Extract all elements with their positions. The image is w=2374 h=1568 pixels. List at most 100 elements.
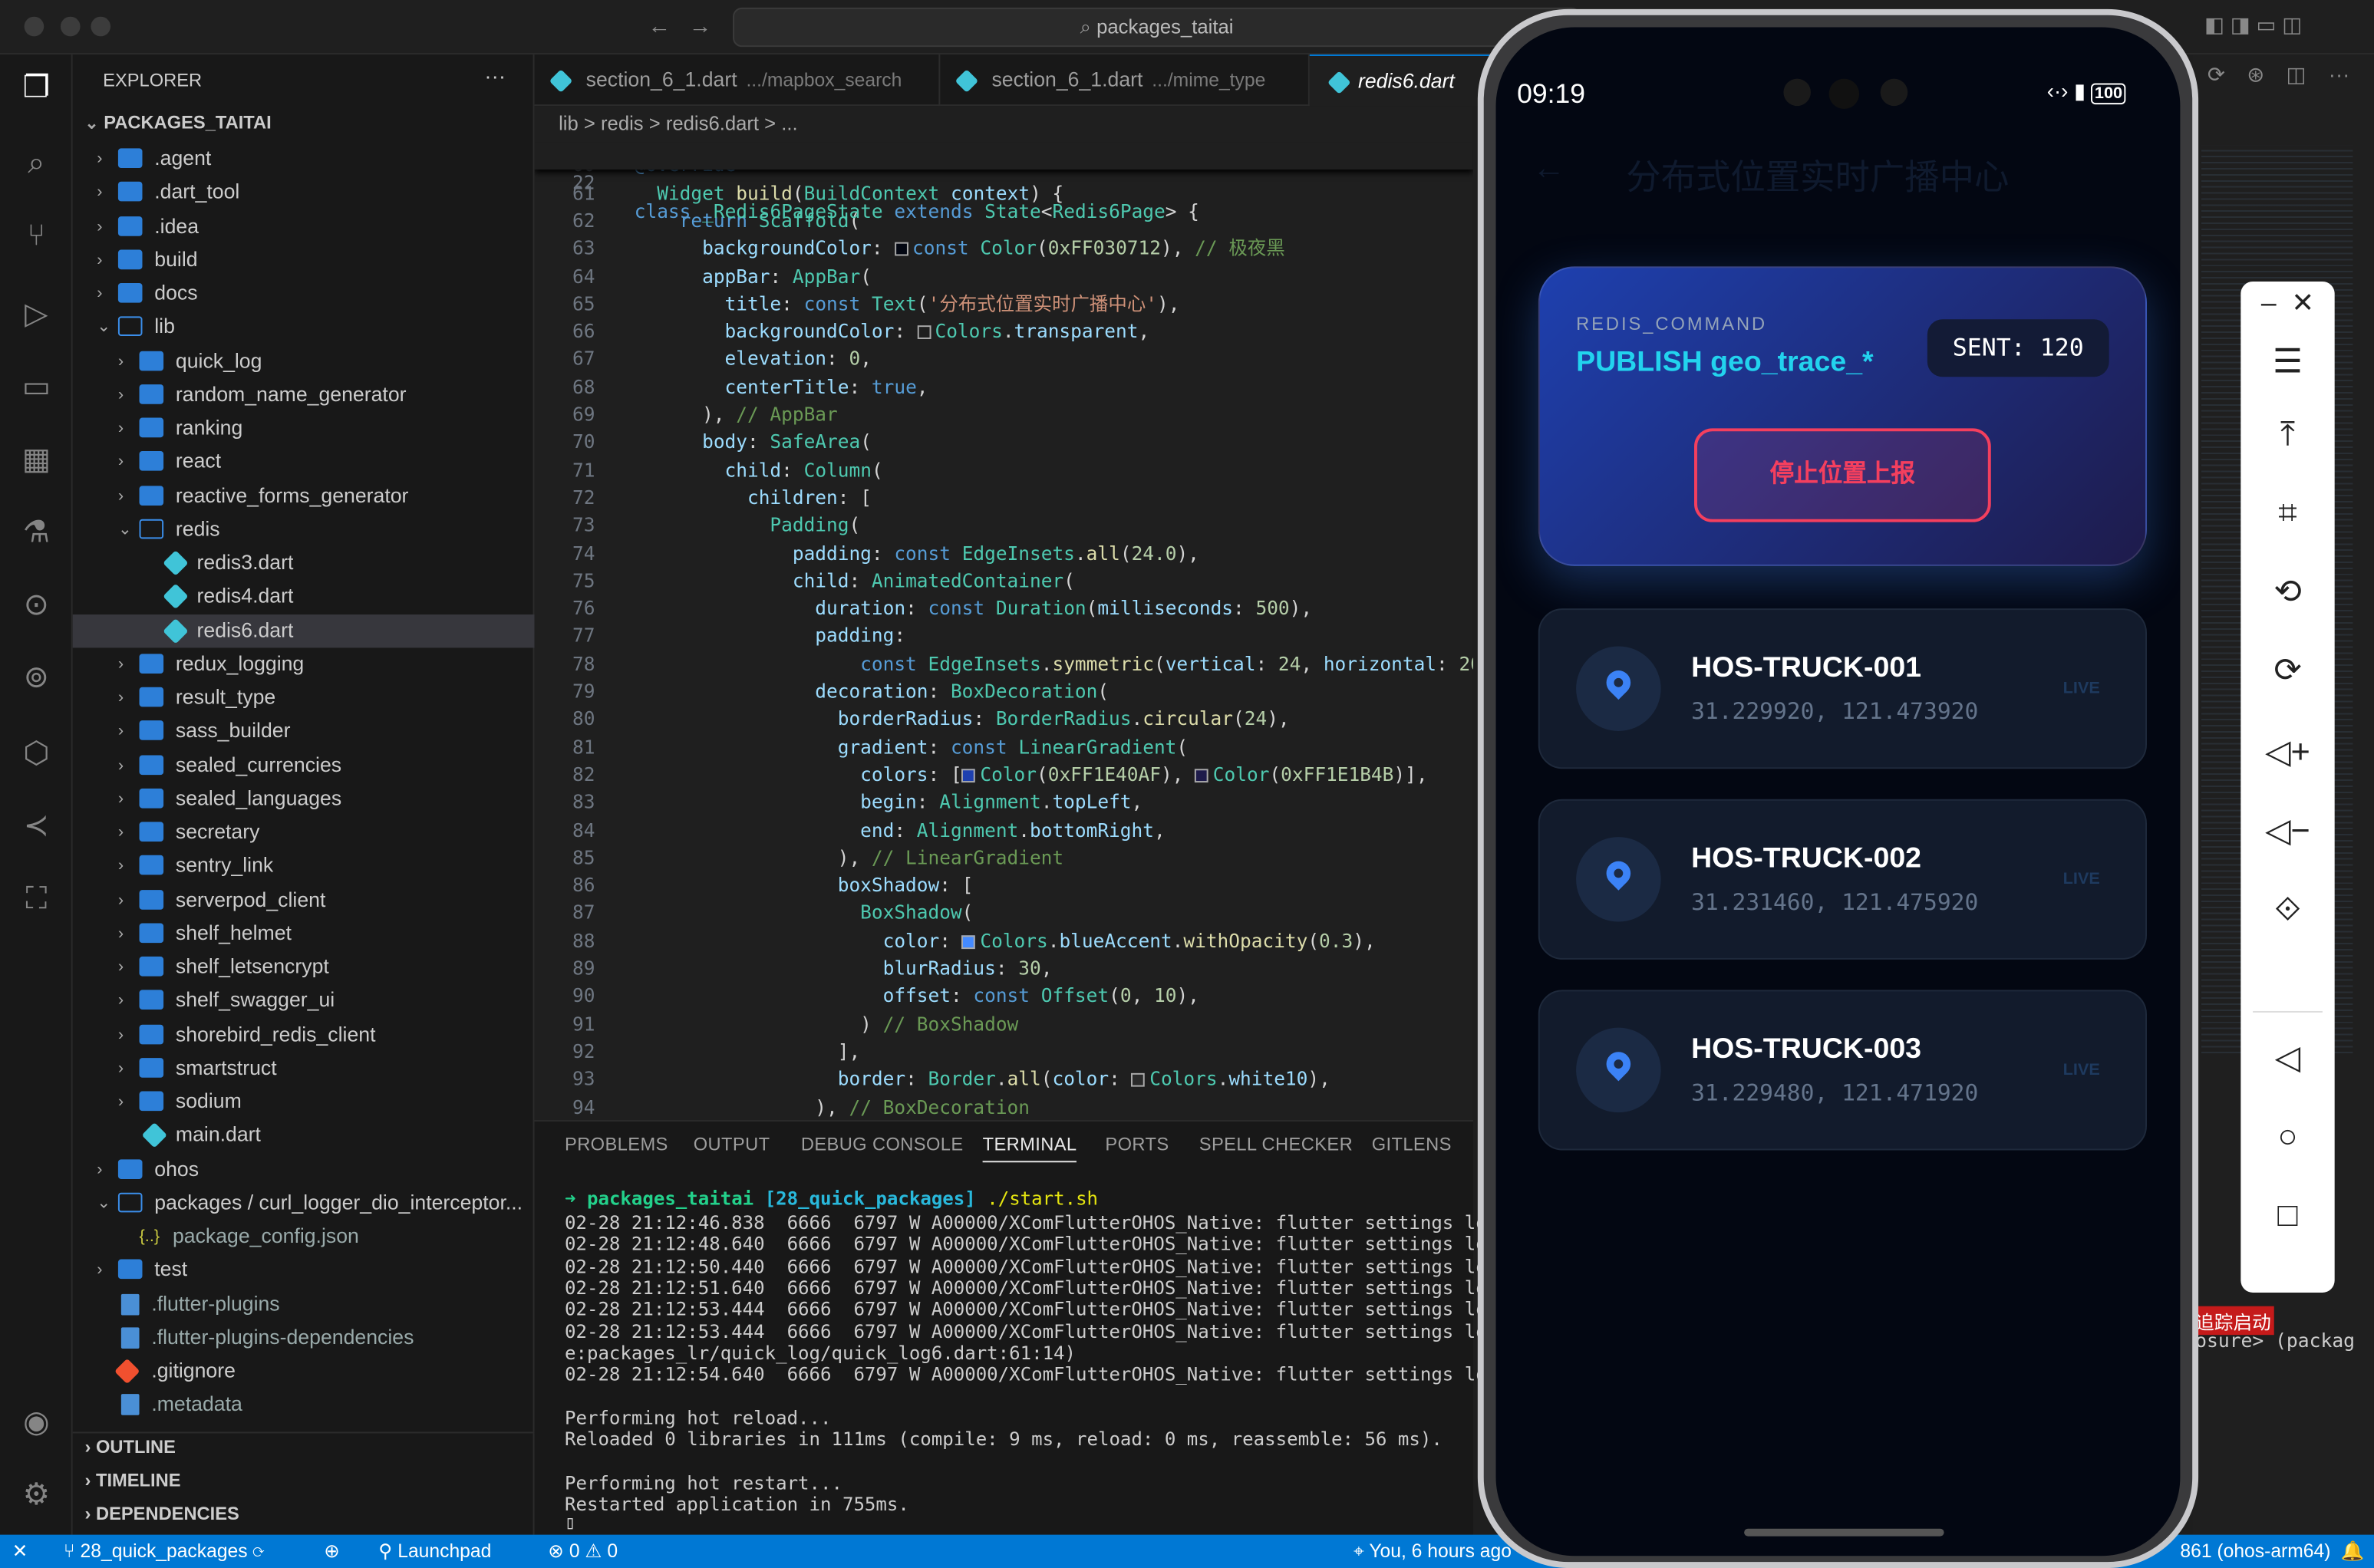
dependencies-section[interactable]: › DEPENDENCIES [84,1503,239,1524]
sticky-scroll-line[interactable]: 22 class _Redis6PageState extends State<… [534,142,1473,222]
tree-item[interactable]: › random_name_generator [73,378,535,411]
code-line[interactable]: 85 ), // LinearGradient [535,845,1473,872]
tab-ports[interactable]: PORTS [1105,1134,1169,1155]
more-icon[interactable]: ··· [2329,62,2350,87]
tree-item[interactable]: ⌄ lib [73,311,535,344]
remote-icon[interactable]: ✕ [12,1535,28,1568]
minimize-window-button[interactable] [60,16,81,37]
tree-item[interactable]: › ranking [73,412,535,445]
code-line[interactable]: 74 padding: const EdgeInsets.all(24.0), [535,539,1473,567]
notifications-bell-icon[interactable]: 🔔 [2341,1535,2365,1568]
timeline-icon[interactable]: ⟳ [2207,62,2225,88]
launchpad-button[interactable]: ⚲ Launchpad [378,1535,491,1568]
code-line[interactable]: 80 borderRadius: BorderRadius.circular(2… [535,706,1473,733]
tree-item[interactable]: › shelf_helmet [73,917,535,950]
tree-item[interactable]: › shelf_letsencrypt [73,950,535,983]
tree-item[interactable]: › ohos [73,1152,535,1185]
explorer-icon[interactable]: ❐ [18,70,54,106]
minimize-icon[interactable]: – [2261,288,2277,318]
tab-section-6-1-mime[interactable]: section_6_1.dart .../mime_type [940,54,1310,107]
tree-item[interactable]: › redux_logging [73,647,535,680]
tree-item[interactable]: main.dart [73,1119,535,1152]
tree-item[interactable]: › test [73,1253,535,1286]
remote-explorer-icon[interactable]: ▭ [18,369,54,405]
tree-item[interactable]: › react [73,446,535,479]
tree-item[interactable]: › sodium [73,1085,535,1118]
gitlens-compare-icon[interactable]: ⊛ [2247,62,2264,88]
tree-item[interactable]: › build [73,243,535,276]
back-arrow-icon[interactable]: ← [1532,148,1565,187]
branch-indicator[interactable]: ⑂ 28_quick_packages ⟳ [64,1535,264,1568]
zoom-window-button[interactable] [91,16,111,37]
pin-top-icon[interactable]: ⤒ [2240,415,2334,454]
split-editor-icon[interactable]: ◫ [2287,62,2306,88]
device-indicator[interactable]: 861 (ohos-arm64) [2180,1535,2330,1568]
search-icon[interactable]: ⌕ [18,145,54,181]
run-debug-icon[interactable]: ▷ [18,297,54,333]
timeline-section[interactable]: › TIMELINE [84,1470,180,1491]
code-line[interactable]: 68 centerTitle: true, [535,374,1473,401]
tree-item[interactable]: › shelf_swagger_ui [73,984,535,1017]
code-editor[interactable]: 22 class _Redis6PageState extends State<… [534,142,1473,1121]
tree-item[interactable]: › quick_log [73,344,535,377]
code-line[interactable]: 78 const EdgeInsets.symmetric(vertical: … [535,651,1473,678]
code-line[interactable]: 91 ) // BoxShadow [535,1010,1473,1038]
code-line[interactable]: 92 ], [535,1038,1473,1066]
tree-item[interactable]: › secretary [73,815,535,848]
tree-item[interactable]: › sealed_currencies [73,749,535,782]
code-line[interactable]: 71 child: Column( [535,456,1473,484]
tree-item[interactable]: › sealed_languages [73,782,535,815]
tab-output[interactable]: OUTPUT [694,1134,770,1155]
code-line[interactable]: 70 body: SafeArea( [535,429,1473,456]
code-line[interactable]: 82 colors: [Color(0xFF1E40AF), Color(0xF… [535,761,1473,789]
workspace-root[interactable]: ⌄ PACKAGES_TAITAI [84,112,271,133]
account-icon[interactable]: ◉ [18,1405,54,1441]
crop-icon[interactable]: ⌗ [2240,493,2334,532]
code-line[interactable]: 86 boxShadow: [ [535,872,1473,900]
code-line[interactable]: 81 gradient: const LinearGradient( [535,733,1473,761]
tree-item[interactable]: › serverpod_client [73,883,535,916]
tab-spell-checker[interactable]: SPELL CHECKER [1199,1134,1353,1155]
code-line[interactable]: 89 blurRadius: 30, [535,955,1473,983]
git-graph-icon[interactable]: ⊚ [18,660,54,696]
tree-item[interactable]: › shorebird_redis_client [73,1018,535,1051]
code-line[interactable]: 93 border: Border.all(color: Colors.whit… [535,1066,1473,1093]
source-control-icon[interactable]: ⑂ [18,218,54,254]
tree-item[interactable]: › smartstruct [73,1052,535,1085]
tree-item[interactable]: ⌄ redis [73,512,535,545]
back-nav-icon[interactable]: ◁ [2240,1038,2334,1077]
close-window-button[interactable] [24,16,45,37]
forward-arrow-icon[interactable]: → [689,14,712,40]
tab-debug-console[interactable]: DEBUG CONSOLE [801,1134,964,1155]
tree-item[interactable]: › docs [73,277,535,310]
tree-item[interactable]: › .agent [73,142,535,175]
more-actions-icon[interactable]: ··· [484,64,506,88]
truck-card[interactable]: HOS-TRUCK-003 31.229480, 121.471920 LIVE [1538,990,2147,1151]
tree-item[interactable]: › reactive_forms_generator [73,479,535,512]
command-center-search[interactable]: ⌕ packages_taitai [733,7,1581,48]
tree-item[interactable]: › result_type [73,681,535,714]
rotate-left-icon[interactable]: ⟲ [2240,572,2334,611]
truck-card[interactable]: HOS-TRUCK-001 31.229920, 121.473920 LIVE [1538,608,2147,769]
tab-section-6-1-mapbox[interactable]: section_6_1.dart .../mapbox_search [535,54,941,107]
tree-item[interactable]: redis6.dart [72,614,535,647]
tree-item[interactable]: › sass_builder [73,715,535,748]
recents-nav-icon[interactable]: □ [2240,1196,2334,1235]
code-line[interactable]: 87 BoxShadow( [535,900,1473,927]
tree-item[interactable]: redis4.dart [73,580,535,613]
code-line[interactable]: 84 end: Alignment.bottomRight, [535,816,1473,844]
code-line[interactable]: 65 title: const Text('分布式位置实时广播中心'), [535,290,1473,318]
code-line[interactable]: 73 Padding( [535,512,1473,539]
code-line[interactable]: 63 backgroundColor: const Color(0xFF0307… [535,235,1473,262]
tree-item[interactable]: .gitignore [73,1355,535,1388]
rotate-device-icon[interactable]: ⟐ [2240,890,2334,929]
extensions-icon[interactable]: ▦ [18,442,54,478]
scan-icon[interactable]: ⛶ [18,881,54,917]
testing-icon[interactable]: ⚗ [18,515,54,551]
tab-terminal[interactable]: TERMINAL [982,1134,1077,1163]
code-line[interactable]: 83 begin: Alignment.topLeft, [535,789,1473,816]
tree-item[interactable]: › .dart_tool [73,176,535,209]
tree-item[interactable]: .metadata [73,1388,535,1421]
problems-indicator[interactable]: ⊗ 0 ⚠ 0 [548,1535,618,1568]
code-line[interactable]: 76 duration: const Duration(milliseconds… [535,595,1473,623]
